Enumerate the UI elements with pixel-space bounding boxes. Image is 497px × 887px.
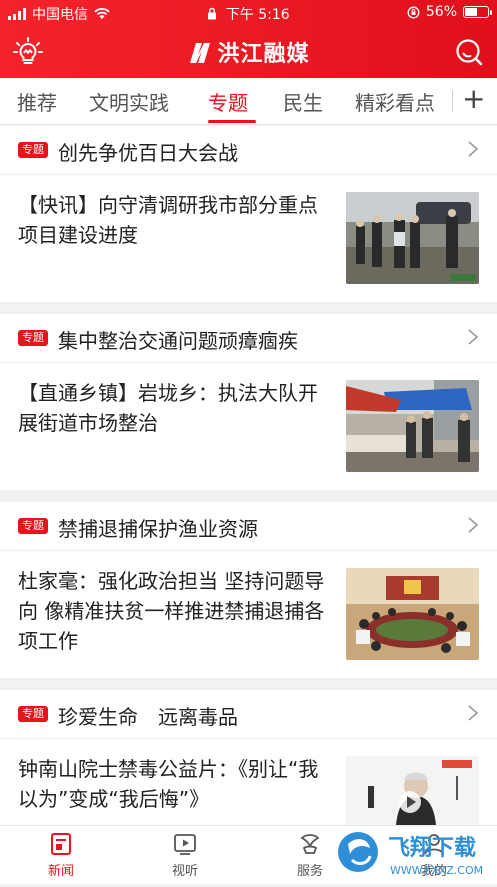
status-bar: 中国电信 下午 5:16 56% [0,0,497,26]
topic-title: 集中整治交通问题顽瘴痼疾 [58,329,298,353]
nav-video-label: 视听 [171,864,198,879]
news-icon [51,833,71,855]
battery-icon [463,6,492,18]
app-title: 洪江融媒 [0,36,497,68]
story-thumbnail[interactable] [346,380,479,472]
topic-badge: 专题 [18,518,48,534]
clock-label: 下午 5:16 [225,7,290,23]
tab-divider [452,90,453,112]
topic-section: 专题 禁捕退捕保护渔业资源 杜家毫：强化政治担当 坚持问题导向 像精准扶贫一样推… [0,502,497,678]
battery-percent: 56% [425,4,457,20]
category-tabs: 推荐 文明实践 专题 民生 精彩看点 + [0,78,497,125]
active-tab-indicator [208,120,256,123]
app-header: 洪江融媒 [0,26,497,78]
brand-logo-icon [190,43,211,63]
topic-section: 专题 创先争优百日大会战 【快讯】向守清调研我市部分重点项目建设进度 [0,126,497,302]
video-icon [174,834,196,855]
topic-header[interactable]: 专题 禁捕退捕保护渔业资源 [0,502,497,551]
topic-title: 创先争优百日大会战 [58,141,238,165]
topic-title: 珍爱生命 远离毒品 [58,705,238,729]
chevron-right-icon [468,705,479,721]
chevron-right-icon [468,329,479,345]
topic-badge: 专题 [18,142,48,158]
nav-news-label: 新闻 [47,864,74,879]
add-channel-icon[interactable]: + [462,82,485,116]
tab-civilization-practice[interactable]: 文明实践 [89,87,169,116]
search-icon[interactable] [455,38,483,66]
topic-section: 专题 集中整治交通问题顽瘴痼疾 【直通乡镇】岩垅乡：执法大队开展街道市场整治 [0,314,497,490]
topic-title: 禁捕退捕保护渔业资源 [58,517,258,541]
watermark-logo-icon: 飞翔下载 WWW.FXXZ.COM [334,828,483,877]
story-headline[interactable]: 杜家毫：强化政治担当 坚持问题导向 像精准扶贫一样推进禁捕退捕各项工作 [18,566,334,656]
chevron-right-icon [468,517,479,533]
story-headline[interactable]: 【直通乡镇】岩垅乡：执法大队开展街道市场整治 [18,378,334,438]
svg-text:飞翔下载: 飞翔下载 [388,835,476,861]
topic-section: 专题 珍爱生命 远离毒品 钟南山院士禁毒公益片：《别让“我以为”变成“我后悔”》 [0,690,497,825]
app-title-text: 洪江融媒 [217,42,310,67]
lock-icon [208,7,217,20]
service-icon [300,834,320,854]
story-thumbnail[interactable] [346,756,479,825]
tab-special-topics[interactable]: 专题 [208,87,248,116]
site-watermark: 飞翔下载 WWW.FXXZ.COM [330,822,497,883]
topic-badge: 专题 [18,330,48,346]
svg-text:WWW.FXXZ.COM: WWW.FXXZ.COM [390,864,483,877]
chevron-right-icon [468,141,479,157]
topic-header[interactable]: 专题 集中整治交通问题顽瘴痼疾 [0,314,497,363]
orientation-lock-icon [407,6,420,18]
topic-badge: 专题 [18,706,48,722]
tab-recommend[interactable]: 推荐 [17,87,57,116]
tab-highlights[interactable]: 精彩看点 [355,87,435,116]
story-headline[interactable]: 【快讯】向守清调研我市部分重点项目建设进度 [18,190,334,250]
nav-video[interactable]: 视听 [140,826,230,879]
story-thumbnail[interactable] [346,568,479,660]
topic-header[interactable]: 专题 珍爱生命 远离毒品 [0,690,497,739]
tab-livelihood[interactable]: 民生 [283,87,323,116]
story-headline[interactable]: 钟南山院士禁毒公益片：《别让“我以为”变成“我后悔”》 [18,754,334,814]
topic-header[interactable]: 专题 创先争优百日大会战 [0,126,497,175]
story-thumbnail[interactable] [346,192,479,284]
nav-news[interactable]: 新闻 [16,826,106,879]
